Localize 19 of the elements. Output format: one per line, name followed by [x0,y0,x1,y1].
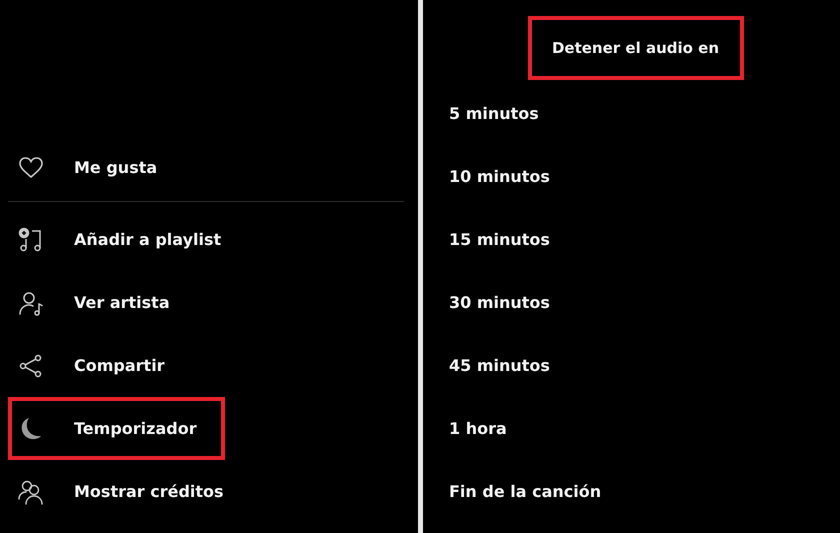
dialog-title: Detener el audio en [528,16,744,80]
add-to-playlist-icon [18,226,44,252]
share-icon [18,352,44,378]
menu-item[interactable]: Me gusta [8,136,216,199]
menu-item[interactable]: Ver artista [8,271,216,334]
timer-option[interactable]: 45 minutos [423,334,840,397]
timer-option[interactable]: 15 minutos [423,208,840,271]
menu-item[interactable]: Compartir [8,334,216,397]
menu-item[interactable]: Añadir a playlist [8,208,250,271]
timer-option[interactable]: 10 minutos [423,145,840,208]
timer-option[interactable]: 30 minutos [423,271,840,334]
heart-icon [18,154,44,180]
timer-option[interactable]: 5 minutos [423,82,840,145]
person-with-note-icon [18,290,44,316]
timer-option[interactable]: Fin de la canción [423,460,840,523]
menu-item[interactable]: Mostrar créditos [8,460,252,523]
menu-item[interactable]: Temporizador [8,397,225,460]
people-icon [18,478,44,504]
timer-option[interactable]: 1 hora [423,397,840,460]
